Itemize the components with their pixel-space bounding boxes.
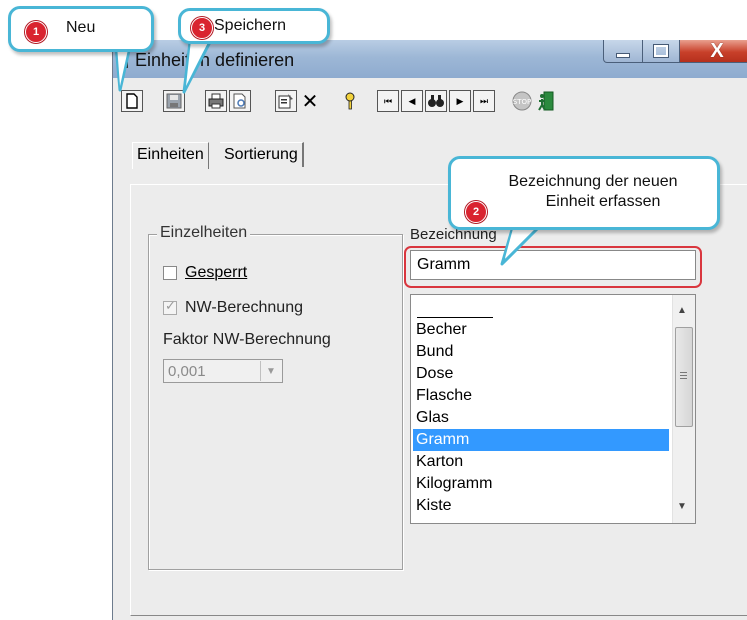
nw-berechnung-label: NW-Berechnung	[185, 299, 303, 316]
close-button[interactable]: X	[679, 40, 747, 63]
details-groupbox: Einzelheiten Gesperrt ✓ NW-Berechnung Fa…	[148, 224, 403, 570]
list-item[interactable]: Becher	[413, 319, 669, 341]
scroll-up-icon[interactable]: ▲	[677, 305, 687, 316]
chevron-down-icon: ▼	[266, 365, 276, 377]
callout-neu: 1 Neu	[8, 6, 154, 52]
stop-icon: STOP	[512, 91, 532, 111]
callout-speichern: 3 Speichern	[178, 8, 330, 44]
list-item[interactable]: Kiste	[413, 495, 669, 517]
faktor-value: 0,001	[168, 363, 206, 380]
last-record-icon: ⏭	[479, 95, 489, 106]
faktor-label: Faktor NW-Berechnung	[163, 331, 331, 348]
svg-text:STOP: STOP	[513, 98, 531, 106]
scroll-down-icon[interactable]: ▼	[677, 501, 687, 512]
list-item[interactable]: Flasche	[413, 385, 669, 407]
callout-speichern-text: Speichern	[214, 17, 287, 34]
list-item[interactable]: Kilogramm	[413, 473, 669, 495]
first-record-button[interactable]: ⏮	[377, 90, 399, 112]
callout-erfassen-line2: Einheit erfassen	[545, 193, 661, 210]
step-badge-2: 2	[465, 201, 487, 223]
print-preview-button[interactable]	[229, 90, 251, 112]
step-badge-3: 3	[191, 17, 213, 39]
tab-sortierung[interactable]: Sortierung	[220, 142, 304, 167]
callout-speichern-tail	[182, 40, 212, 94]
maximize-icon	[653, 44, 669, 58]
list-item[interactable]: Glas	[413, 407, 669, 429]
exit-icon	[538, 91, 554, 111]
faktor-dropdown-button[interactable]: ▼	[260, 361, 281, 381]
callout-neu-text: Neu	[66, 19, 96, 36]
unit-listbox[interactable]: Becher Bund Dose Flasche Glas Gramm Kart…	[410, 294, 696, 524]
minimize-icon	[616, 52, 630, 58]
list-item[interactable]: Dose	[413, 363, 669, 385]
previous-record-icon: ◀	[408, 95, 416, 106]
nw-berechnung-checkbox-row[interactable]: ✓ NW-Berechnung	[163, 298, 303, 317]
properties-icon	[278, 94, 293, 109]
next-record-icon: ▶	[456, 95, 464, 106]
callout-erfassen: Bezeichnung der neuen Einheit erfassen 2	[448, 156, 720, 230]
faktor-combobox[interactable]: 0,001 ▼	[163, 359, 283, 383]
gesperrt-label: Gesperrt	[185, 264, 248, 281]
exit-button[interactable]	[535, 90, 557, 112]
search-binoculars-icon	[428, 95, 444, 107]
properties-button[interactable]	[275, 90, 297, 112]
last-record-button[interactable]: ⏭	[473, 90, 495, 112]
key-button[interactable]	[339, 90, 361, 112]
group-title: Einzelheiten	[157, 224, 251, 242]
delete-button[interactable]: ✕	[299, 90, 321, 113]
print-preview-icon	[233, 93, 246, 109]
gesperrt-checkbox-row[interactable]: Gesperrt	[163, 264, 247, 282]
list-item[interactable]	[413, 295, 669, 317]
callout-neu-tail	[114, 46, 132, 92]
tab-einheiten[interactable]: Einheiten	[132, 142, 209, 169]
list-scrollbar[interactable]: ▲ ▼	[672, 295, 695, 523]
minimize-button[interactable]	[603, 40, 643, 63]
list-item[interactable]: Bund	[413, 341, 669, 363]
list-separator	[417, 317, 493, 318]
previous-record-button[interactable]: ◀	[401, 90, 423, 112]
key-icon	[345, 92, 355, 110]
nw-berechnung-checkbox[interactable]: ✓	[163, 298, 177, 315]
maximize-button[interactable]	[642, 40, 680, 63]
gesperrt-checkbox[interactable]	[163, 266, 177, 280]
first-record-icon: ⏮	[383, 95, 393, 106]
next-record-button[interactable]: ▶	[449, 90, 471, 112]
delete-icon: ✕	[301, 90, 319, 113]
callout-erfassen-line1: Bezeichnung der neuen	[508, 173, 678, 190]
stop-button[interactable]: STOP	[511, 90, 533, 112]
scroll-grip-icon	[680, 372, 687, 373]
list-item-selected[interactable]: Gramm	[413, 429, 669, 451]
checkmark-icon: ✓	[165, 298, 176, 313]
list-item[interactable]: Karton	[413, 451, 669, 473]
scroll-thumb[interactable]	[675, 327, 693, 427]
step-badge-1: 1	[25, 21, 47, 43]
search-button[interactable]	[425, 90, 447, 112]
close-icon: X	[710, 40, 724, 62]
